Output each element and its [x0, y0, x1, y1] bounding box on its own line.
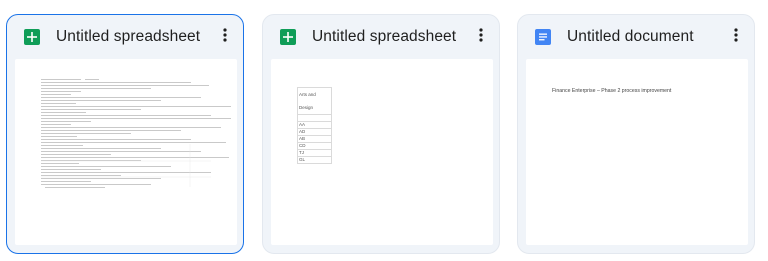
card-title: Untitled spreadsheet — [312, 28, 457, 45]
more-options-button[interactable] — [469, 24, 493, 50]
file-grid: Untitled spreadsheet Untitled spreadshee… — [0, 0, 768, 261]
file-thumbnail[interactable]: Finance Enterprise – Phase 2 process imp… — [526, 59, 748, 245]
preview-cell: CD — [297, 142, 332, 150]
file-card-spreadsheet-2[interactable]: Untitled spreadsheet Arts and Design AA … — [262, 14, 500, 254]
document-preview-text: Finance Enterprise – Phase 2 process imp… — [552, 88, 672, 94]
docs-icon — [535, 29, 551, 45]
file-thumbnail[interactable] — [15, 59, 237, 245]
card-header: Untitled document — [518, 15, 754, 59]
card-header: Untitled spreadsheet — [263, 15, 499, 59]
sheets-icon — [24, 29, 40, 45]
file-card-document[interactable]: Untitled document Finance Enterprise – P… — [517, 14, 755, 254]
preview-cell — [297, 114, 332, 122]
preview-cell: AB — [297, 135, 332, 143]
card-header: Untitled spreadsheet — [7, 15, 243, 59]
spreadsheet-preview — [41, 79, 231, 188]
file-thumbnail[interactable]: Arts and Design AA AD AB CD TJ GL — [271, 59, 493, 245]
card-title: Untitled spreadsheet — [56, 28, 201, 45]
file-card-spreadsheet-1[interactable]: Untitled spreadsheet — [6, 14, 244, 254]
card-title: Untitled document — [567, 28, 694, 45]
more-vertical-icon — [479, 27, 483, 47]
more-options-button[interactable] — [213, 24, 237, 50]
sheets-icon — [280, 29, 296, 45]
preview-cell: AA — [297, 121, 332, 129]
preview-cell: GL — [297, 156, 332, 164]
more-vertical-icon — [734, 27, 738, 47]
preview-cell: TJ — [297, 149, 332, 157]
spreadsheet-preview: Arts and Design AA AD AB CD TJ GL — [297, 87, 332, 164]
preview-cell: AD — [297, 128, 332, 136]
preview-cell: Arts and Design — [297, 87, 332, 115]
more-vertical-icon — [223, 27, 227, 47]
more-options-button[interactable] — [724, 24, 748, 50]
